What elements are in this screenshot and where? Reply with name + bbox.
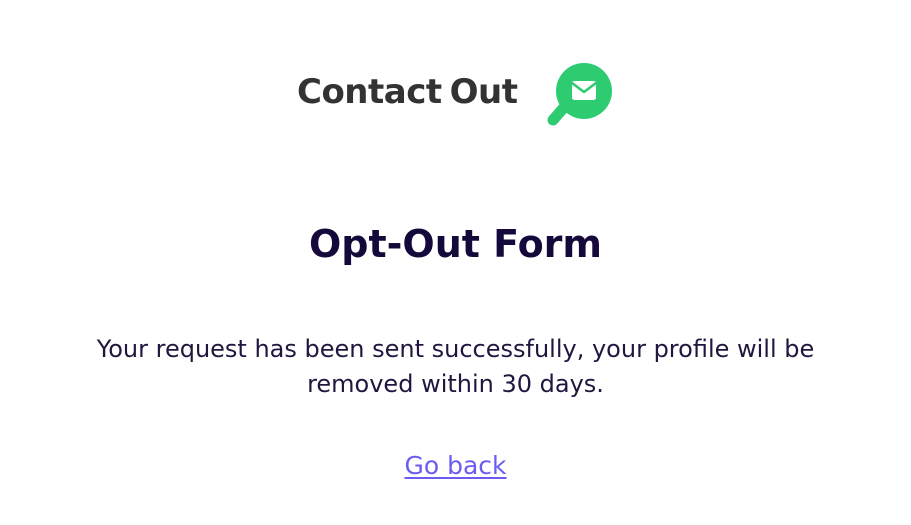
go-back-link[interactable]: Go back — [404, 451, 506, 480]
logo-word-contact: Contact — [297, 72, 442, 112]
magnifier-envelope-icon — [547, 63, 612, 126]
page-title: Opt-Out Form — [308, 222, 603, 266]
logo-wordmark: Contact Out — [297, 70, 518, 114]
back-link-container: Go back — [0, 450, 911, 482]
success-message: Your request has been sent successfully,… — [96, 335, 815, 398]
contactout-logo[interactable]: Contact Out — [297, 62, 617, 130]
logo-word-out: Out — [449, 72, 518, 112]
